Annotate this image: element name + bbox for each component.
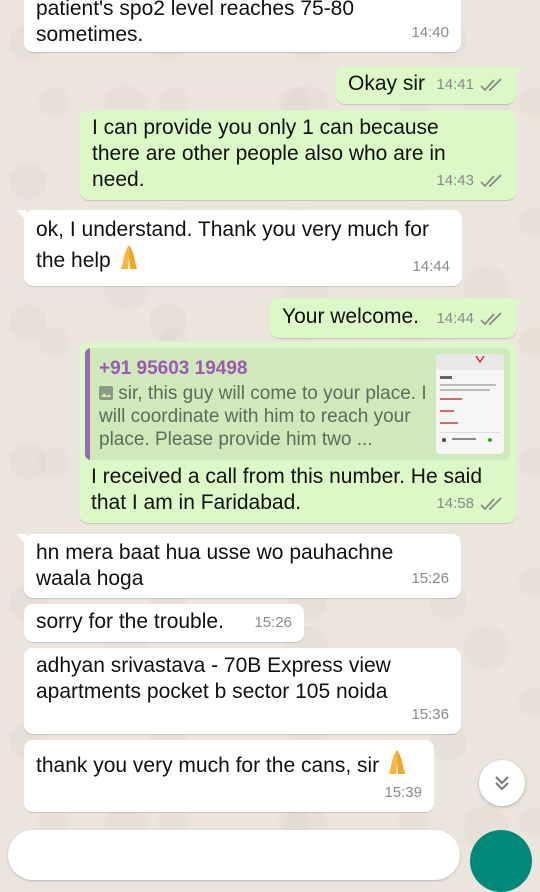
mic-button[interactable] bbox=[470, 830, 532, 892]
scroll-to-bottom-button[interactable] bbox=[479, 760, 525, 806]
message-time: 14:43 bbox=[436, 172, 474, 189]
double-check-icon bbox=[480, 312, 502, 326]
message-text: thank you very much for the cans, sir bbox=[36, 754, 380, 777]
message-incoming[interactable]: sorry for the trouble. 15:26 bbox=[24, 604, 304, 642]
message-incoming[interactable]: patient's spo2 level reaches 75-80 somet… bbox=[24, 0, 461, 52]
message-text: I can provide you only 1 can because the… bbox=[92, 116, 446, 191]
message-text: ok, I understand. Thank you very much fo… bbox=[36, 218, 429, 272]
message-outgoing[interactable]: Okay sir 14:41 bbox=[336, 66, 524, 104]
message-outgoing[interactable]: Your welcome. 14:44 bbox=[270, 298, 524, 338]
double-check-icon bbox=[480, 78, 502, 92]
message-incoming[interactable]: hn mera baat hua usse wo pauhachne waala… bbox=[16, 534, 461, 598]
message-text: adhyan srivastava - 70B Express view apa… bbox=[36, 654, 391, 703]
double-check-icon bbox=[480, 174, 502, 188]
message-text: patient's spo2 level reaches 75-80 somet… bbox=[36, 0, 355, 46]
message-time: 14:44 bbox=[412, 258, 450, 275]
quoted-message[interactable]: +91 95603 19498 sir, this guy will come … bbox=[85, 348, 510, 460]
chevron-double-down-icon bbox=[495, 776, 509, 791]
folded-hands-icon bbox=[389, 750, 405, 774]
message-incoming[interactable]: adhyan srivastava - 70B Express view apa… bbox=[24, 648, 461, 734]
message-time: 15:36 bbox=[411, 706, 449, 723]
message-text: hn mera baat hua usse wo pauhachne waala… bbox=[36, 541, 394, 590]
message-time: 15:26 bbox=[254, 614, 292, 631]
message-time: 14:58 bbox=[436, 495, 474, 512]
folded-hands-icon bbox=[120, 245, 137, 269]
message-time: 15:39 bbox=[384, 784, 422, 801]
message-input-bar[interactable] bbox=[8, 830, 460, 880]
quote-sender: +91 95603 19498 bbox=[99, 358, 248, 379]
message-outgoing-reply[interactable]: +91 95603 19498 sir, this guy will come … bbox=[79, 342, 516, 523]
double-check-icon bbox=[480, 497, 502, 511]
image-icon bbox=[99, 386, 113, 400]
quote-accent-bar bbox=[85, 348, 90, 460]
message-time: 14:41 bbox=[436, 76, 474, 93]
message-time: 15:26 bbox=[411, 570, 449, 587]
message-incoming[interactable]: ok, I understand. Thank you very much fo… bbox=[16, 210, 462, 286]
message-time: 14:40 bbox=[411, 24, 449, 41]
quote-text: sir, this guy will come to your place. I… bbox=[99, 383, 427, 450]
quote-thumbnail bbox=[436, 354, 504, 454]
message-incoming[interactable]: thank you very much for the cans, sir 15… bbox=[24, 740, 434, 812]
message-time: 14:44 bbox=[436, 310, 474, 327]
message-outgoing[interactable]: I can provide you only 1 can because the… bbox=[80, 110, 516, 200]
